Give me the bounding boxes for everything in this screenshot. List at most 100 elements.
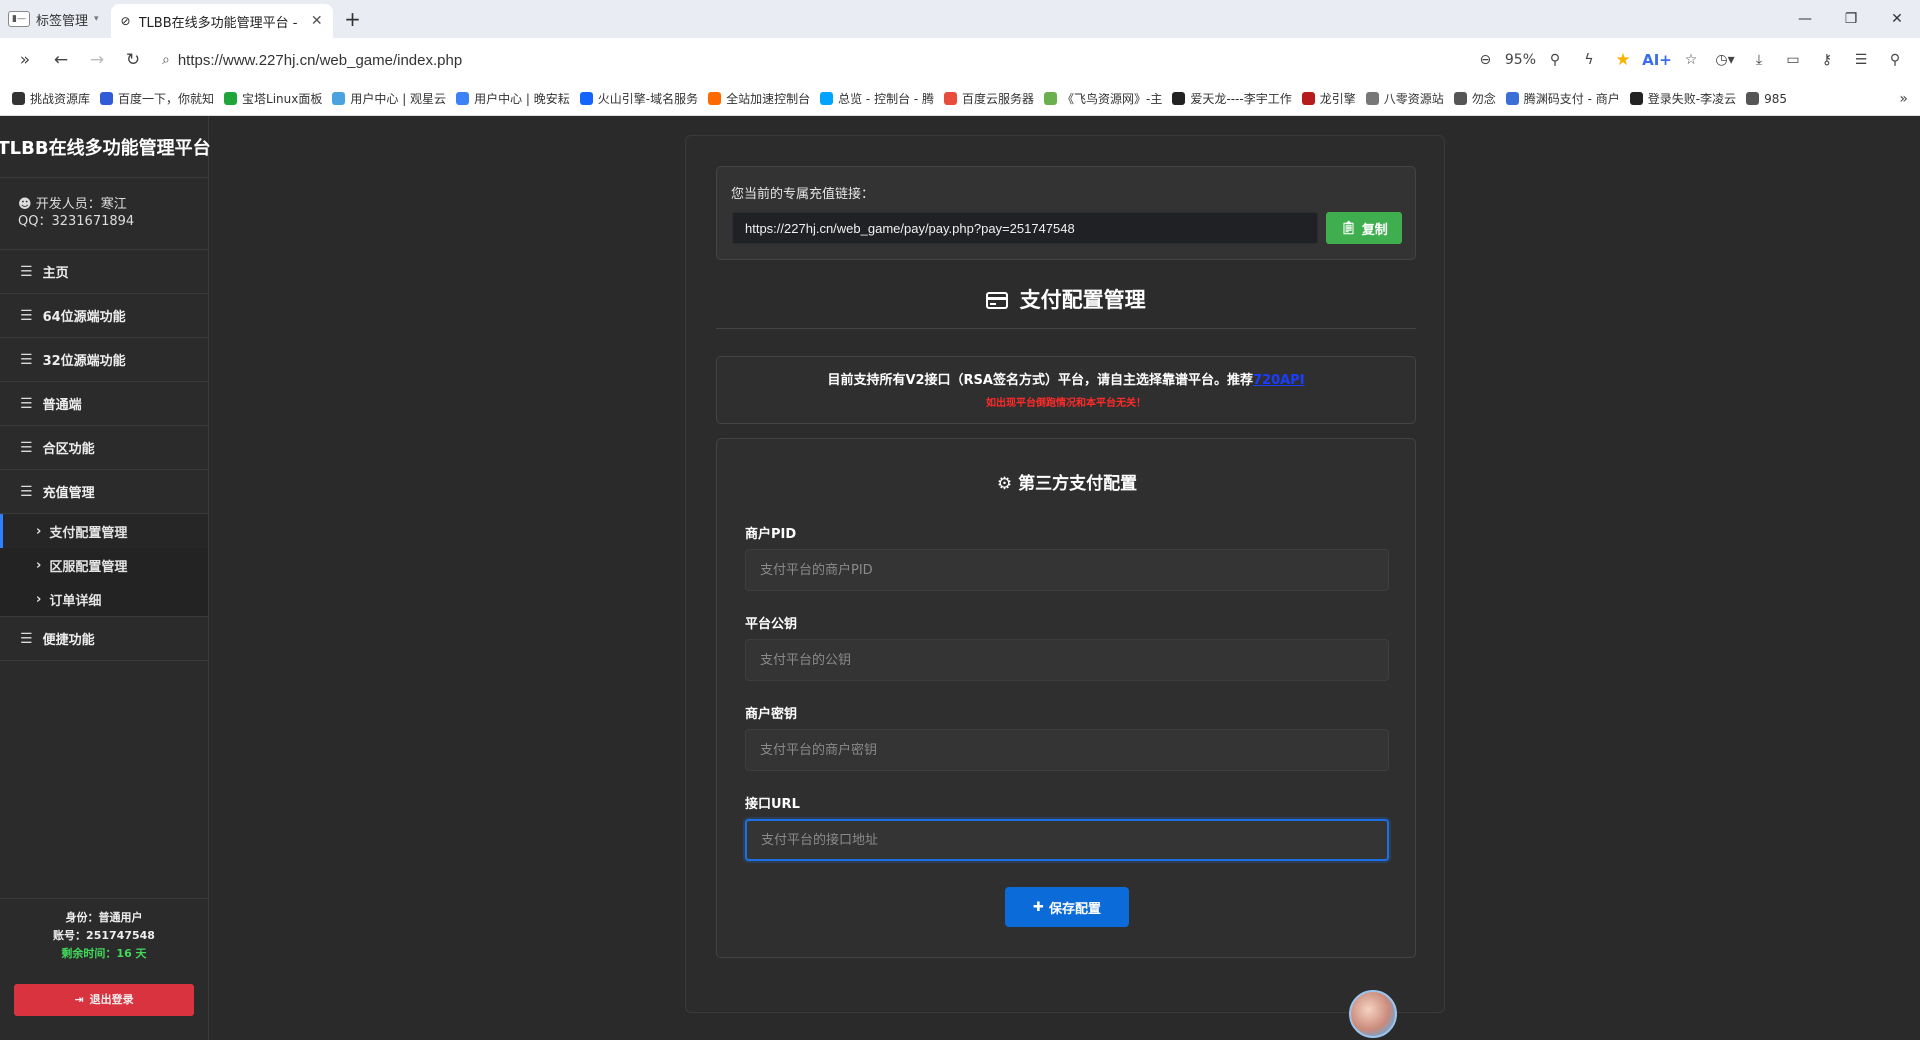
notice-recommend-link[interactable]: 720API	[1253, 373, 1305, 388]
zoom-indicator[interactable]: ⊖ 95%	[1470, 45, 1536, 75]
bookmark-favicon-icon	[1505, 92, 1519, 105]
third-party-payment-form: ⚙ 第三方支付配置 商户PID 平台公钥 商户密钥 接口URL ✚ 保存配置	[716, 438, 1416, 958]
sidebar-item-shortcuts[interactable]: ☰ 便捷功能	[0, 617, 208, 661]
page-title-text: 支付配置管理	[1019, 288, 1146, 312]
bookmark-item[interactable]: 用户中心 | 晚安耘	[456, 90, 570, 107]
platform-notice: 目前支持所有V2接口（RSA签名方式）平台，请自主选择靠谱平台。推荐720API…	[716, 356, 1416, 424]
close-window-icon[interactable]: ✕	[1874, 0, 1920, 38]
download-icon[interactable]: ⤓	[1744, 45, 1774, 75]
sidebar-item-64bit[interactable]: ☰ 64位源端功能	[0, 294, 208, 338]
folder-icon[interactable]: ▭	[1778, 45, 1808, 75]
bookmark-item[interactable]: 全站加速控制台	[708, 90, 810, 107]
bookmark-favicon-icon	[1746, 92, 1760, 105]
bookmarks-bar: 挑战资源库 百度一下，你就知 宝塔Linux面板 用户中心 | 观星云 用户中心 | 晚…	[0, 82, 1920, 116]
bookmark-label: 百度一下，你就知	[118, 92, 215, 106]
bookmark-label: 勿念	[1471, 92, 1496, 106]
bookmark-item[interactable]: 八零资源站	[1365, 90, 1444, 107]
bookmark-label: 用户中心 | 晚安耘	[474, 92, 570, 106]
bookmark-item[interactable]: 爱天龙----李宇工作	[1172, 90, 1292, 107]
user-identity: 身份：普通用户	[65, 911, 143, 924]
merchant-pid-input[interactable]	[745, 549, 1389, 591]
bookmark-item[interactable]: 挑战资源库	[12, 90, 90, 107]
chevron-right-icon: ›	[36, 557, 42, 573]
key-icon[interactable]: ⚷	[1812, 45, 1842, 75]
bookmark-item[interactable]: 百度云服务器	[944, 90, 1034, 107]
ai-assistant-button[interactable]: AI+	[1642, 45, 1672, 75]
history-icon[interactable]: ◷▾	[1710, 45, 1740, 75]
url-field[interactable]: ⌕ https://www.227hj.cn/web_game/index.ph…	[154, 44, 1464, 76]
bookmark-item[interactable]: 总览 - 控制台 - 腾	[820, 90, 934, 107]
bookmark-item[interactable]: 985	[1746, 92, 1787, 106]
bookmark-label: 宝塔Linux面板	[242, 92, 323, 106]
active-tab[interactable]: ⊘ TLBB在线多功能管理平台 - ... ✕	[110, 4, 333, 38]
bookmark-favicon-icon	[1365, 92, 1379, 105]
submenu-item-order-details[interactable]: › 订单详细	[0, 582, 208, 616]
sidebar-item-merge[interactable]: ☰ 合区功能	[0, 426, 208, 470]
save-config-label: 保存配置	[1048, 901, 1101, 917]
reading-list-icon[interactable]: ☰	[1846, 45, 1876, 75]
payment-config-panel: 您当前的专属充值链接： https://227hj.cn/web_game/pa…	[685, 135, 1445, 1013]
forward-icon[interactable]: →	[82, 45, 112, 75]
tab-favicon-icon: ⊘	[120, 14, 131, 28]
bookmark-item[interactable]: 勿念	[1453, 90, 1496, 107]
sidebar-toggle-icon[interactable]: »	[10, 45, 40, 75]
sidebar-footer: 身份：普通用户 账号：251747548 剩余时间：16 天 ⇥ 退出登录	[0, 898, 208, 1040]
close-tab-icon[interactable]: ✕	[311, 13, 323, 29]
bookmark-item[interactable]: 百度一下，你就知	[100, 90, 214, 107]
submenu-item-payment-config[interactable]: › 支付配置管理	[0, 514, 208, 548]
bookmark-favicon-icon	[224, 92, 238, 105]
restore-icon[interactable]: ❐	[1828, 0, 1874, 38]
sidebar-item-normal[interactable]: ☰ 普通端	[0, 382, 208, 426]
list-icon: ☰	[20, 630, 33, 647]
bookmark-label: 总览 - 控制台 - 腾	[838, 92, 935, 106]
bookmark-item[interactable]: 宝塔Linux面板	[224, 90, 322, 107]
divider	[716, 328, 1416, 329]
recharge-link-field[interactable]: https://227hj.cn/web_game/pay/pay.php?pa…	[732, 212, 1318, 244]
list-icon: ☰	[20, 263, 33, 280]
bookmark-favicon-icon	[1172, 92, 1186, 105]
sidebar-item-recharge[interactable]: ☰ 充值管理	[0, 470, 208, 514]
notice-main-text: 目前支持所有V2接口（RSA签名方式）平台，请自主选择靠谱平台。推荐	[827, 373, 1253, 388]
bookmark-favicon-icon	[100, 92, 114, 105]
bookmark-item[interactable]: 用户中心 | 观星云	[332, 90, 446, 107]
bookmark-favicon-icon	[1301, 92, 1315, 105]
back-icon[interactable]: ←	[46, 45, 76, 75]
bookmark-favicon-icon	[1044, 92, 1058, 105]
location-pin-icon[interactable]: ⚲	[1540, 45, 1570, 75]
profile-icon[interactable]: ⚲	[1880, 45, 1910, 75]
bookmark-favicon-icon	[12, 92, 25, 105]
address-bar-actions: ⊖ 95% ⚲ ϟ ★ AI+ ☆ ◷▾ ⤓ ▭ ⚷ ☰ ⚲	[1470, 45, 1910, 75]
new-tab-button[interactable]: +	[333, 0, 373, 38]
lightning-icon[interactable]: ϟ	[1574, 45, 1604, 75]
bookmark-star-icon[interactable]: ★	[1608, 45, 1638, 75]
bookmark-item[interactable]: 龙引擎	[1301, 90, 1356, 107]
minimize-icon[interactable]: —	[1782, 0, 1828, 38]
reload-icon[interactable]: ↻	[118, 45, 148, 75]
browser-tab-bar: ▮— 标签管理 ▾ ⊘ TLBB在线多功能管理平台 - ... ✕ + — ❐ …	[0, 0, 1920, 38]
bookmark-favicon-icon	[332, 92, 346, 105]
bookmark-item[interactable]: 火山引擎-域名服务	[579, 90, 698, 107]
sidebar-item-32bit[interactable]: ☰ 32位源端功能	[0, 338, 208, 382]
public-key-input[interactable]	[745, 639, 1389, 681]
bookmark-item[interactable]: 《飞鸟资源网》-主	[1044, 90, 1162, 107]
copy-button[interactable]: 📋︎ 复制	[1326, 212, 1402, 244]
logout-button[interactable]: ⇥ 退出登录	[14, 984, 194, 1016]
api-url-input[interactable]	[745, 819, 1389, 861]
sidebar-item-label: 普通端	[42, 398, 82, 413]
bookmarks-overflow-icon[interactable]: »	[1899, 91, 1908, 107]
sidebar-item-home[interactable]: ☰ 主页	[0, 250, 208, 294]
bookmark-label: 用户中心 | 观星云	[350, 92, 447, 106]
clipboard-icon: 📋︎	[1340, 220, 1357, 236]
list-icon: ☰	[20, 307, 33, 324]
floating-avatar[interactable]	[1349, 990, 1397, 1038]
merchant-secret-input[interactable]	[745, 729, 1389, 771]
tab-group-icon: ▮—	[8, 11, 30, 27]
bookmark-label: 腾渊码支付 - 商户	[1523, 92, 1620, 106]
save-config-button[interactable]: ✚ 保存配置	[1005, 887, 1129, 927]
tab-group-manager[interactable]: ▮— 标签管理 ▾	[0, 0, 107, 38]
favorites-icon[interactable]: ☆	[1676, 45, 1706, 75]
submenu-item-server-config[interactable]: › 区服配置管理	[0, 548, 208, 582]
bookmark-item[interactable]: 登录失败-李凌云	[1629, 90, 1736, 107]
bookmark-item[interactable]: 腾渊码支付 - 商户	[1505, 90, 1620, 107]
user-circle-icon: ☻	[18, 197, 32, 212]
